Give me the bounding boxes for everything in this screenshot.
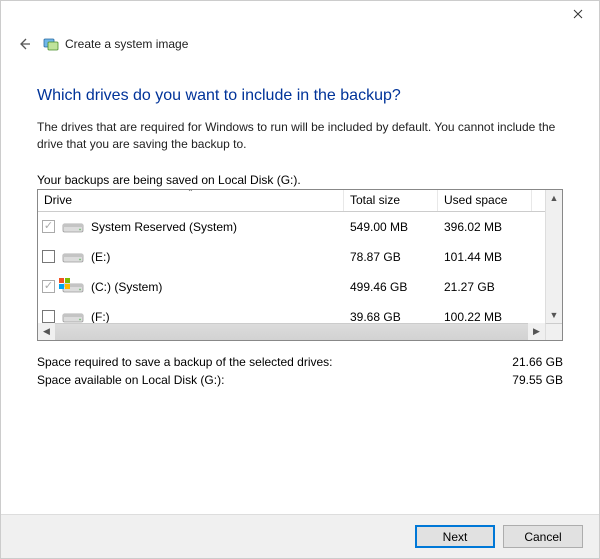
drive-used-space: 100.22 MB [438,310,532,324]
drive-name: System Reserved (System) [91,220,237,234]
drive-name: (F:) [91,310,110,324]
scroll-left-icon[interactable]: ◀ [38,323,55,340]
wizard-title: Create a system image [65,37,188,51]
column-header-drive[interactable]: Drive ⌃ [38,190,344,211]
back-arrow-icon [16,36,32,52]
sort-indicator-icon: ⌃ [187,189,194,197]
drive-total-size: 549.00 MB [344,220,438,234]
drive-icon [61,279,85,295]
scroll-up-icon[interactable]: ▲ [546,190,562,207]
back-button[interactable] [15,35,33,53]
drive-checkbox: ✓ [42,280,55,293]
drive-used-space: 101.44 MB [438,250,532,264]
wizard-header: Create a system image [1,29,599,53]
titlebar [1,1,599,29]
drive-used-space: 396.02 MB [438,220,532,234]
table-row[interactable]: ✓ (C:) (System) 499.46 GB 21.27 GB [38,272,562,302]
drives-grid: Drive ⌃ Total size Used space ✓ System R… [37,189,563,341]
close-button[interactable] [557,1,599,27]
vertical-scrollbar[interactable]: ▲ ▼ [545,190,562,324]
saved-on-label: Your backups are being saved on Local Di… [37,173,563,187]
space-required-label: Space required to save a backup of the s… [37,355,333,369]
content-area: Which drives do you want to include in t… [1,53,599,387]
table-row[interactable]: ✓ System Reserved (System) 549.00 MB 396… [38,212,562,242]
grid-header: Drive ⌃ Total size Used space [38,190,562,212]
horizontal-scrollbar[interactable]: ◀ ▶ [38,323,545,340]
drive-used-space: 21.27 GB [438,280,532,294]
drive-checkbox: ✓ [42,220,55,233]
space-required-value: 21.66 GB [512,355,563,369]
windows-flag-icon [59,278,71,290]
space-available-label: Space available on Local Disk (G:): [37,373,224,387]
drive-checkbox[interactable] [42,250,55,263]
grid-body: ✓ System Reserved (System) 549.00 MB 396… [38,212,562,324]
table-row[interactable]: (E:) 78.87 GB 101.44 MB [38,242,562,272]
drive-icon [61,219,85,235]
drive-checkbox[interactable] [42,310,55,323]
column-header-total-size[interactable]: Total size [344,190,438,211]
drive-icon [61,309,85,324]
next-button[interactable]: Next [415,525,495,548]
system-image-icon [43,36,59,52]
scroll-down-icon[interactable]: ▼ [546,307,562,324]
summary: Space required to save a backup of the s… [37,355,563,387]
scroll-right-icon[interactable]: ▶ [528,323,545,340]
page-heading: Which drives do you want to include in t… [37,87,563,105]
drive-name: (E:) [91,250,110,264]
close-icon [573,9,583,19]
drive-name: (C:) (System) [91,280,162,294]
cancel-button[interactable]: Cancel [503,525,583,548]
table-row[interactable]: (F:) 39.68 GB 100.22 MB [38,302,562,324]
drive-total-size: 499.46 GB [344,280,438,294]
drive-total-size: 39.68 GB [344,310,438,324]
page-description: The drives that are required for Windows… [37,119,563,153]
space-available-value: 79.55 GB [512,373,563,387]
drive-total-size: 78.87 GB [344,250,438,264]
column-header-used-space[interactable]: Used space [438,190,532,211]
wizard-footer: Next Cancel [1,514,599,558]
scroll-corner [545,323,562,340]
drive-icon [61,249,85,265]
scroll-track[interactable] [55,324,528,340]
